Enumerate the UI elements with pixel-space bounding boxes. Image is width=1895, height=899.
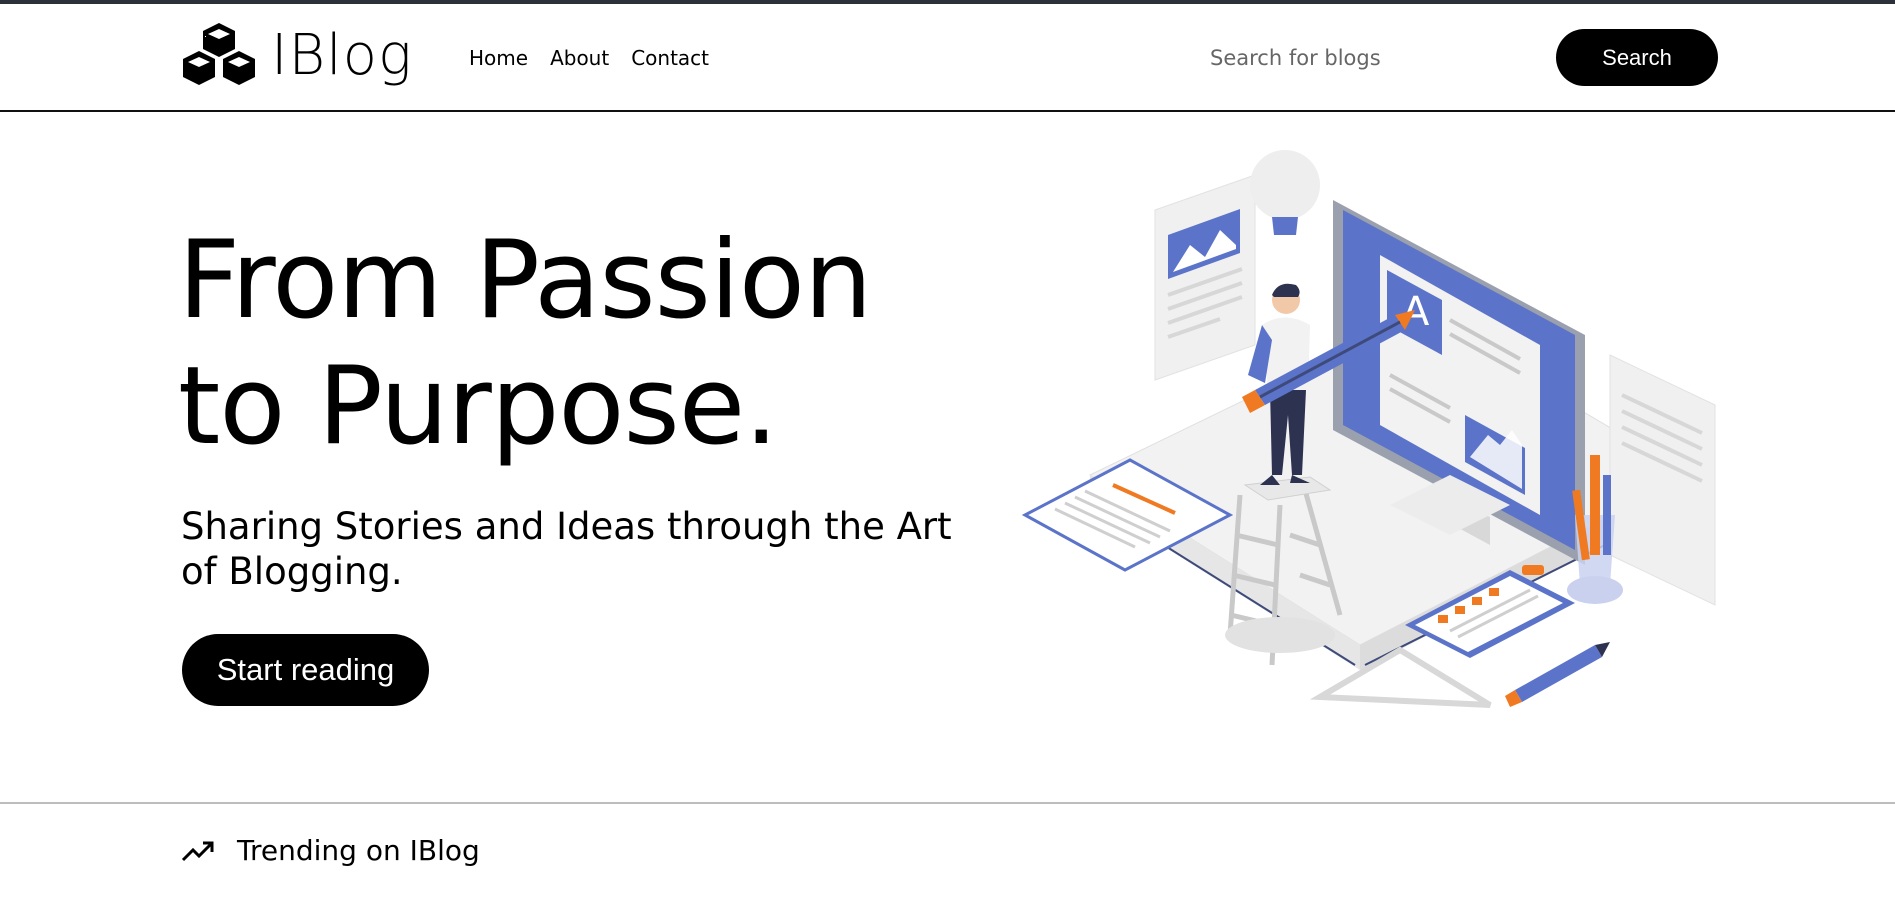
main-nav: Home About Contact	[469, 46, 709, 70]
brand-logo[interactable]: IBlog	[181, 18, 413, 94]
trending-up-icon	[181, 841, 214, 861]
nav-home-link[interactable]: Home	[469, 46, 528, 70]
search-input[interactable]	[1210, 38, 1510, 78]
site-header: IBlog Home About Contact Search	[0, 4, 1895, 112]
hero-title-line-1: From Passion	[178, 218, 872, 343]
start-reading-button[interactable]: Start reading	[182, 634, 429, 706]
trending-section-heading: Trending on IBlog	[181, 834, 480, 867]
hero-title-line-2: to Purpose.	[178, 344, 779, 469]
section-divider	[0, 802, 1895, 804]
trending-label: Trending on IBlog	[237, 834, 480, 867]
cubes-icon	[183, 23, 255, 85]
nav-about-link[interactable]: About	[550, 46, 609, 70]
hero-title: From Passion to Purpose.	[178, 218, 872, 470]
blogger-at-monitor-illustration: A	[1021, 150, 1716, 708]
nav-contact-link[interactable]: Contact	[631, 46, 709, 70]
svg-text:A: A	[1402, 289, 1430, 335]
search-button[interactable]: Search	[1556, 29, 1718, 86]
brand-name: IBlog	[271, 23, 413, 88]
hero-subtitle: Sharing Stories and Ideas through the Ar…	[181, 505, 952, 593]
